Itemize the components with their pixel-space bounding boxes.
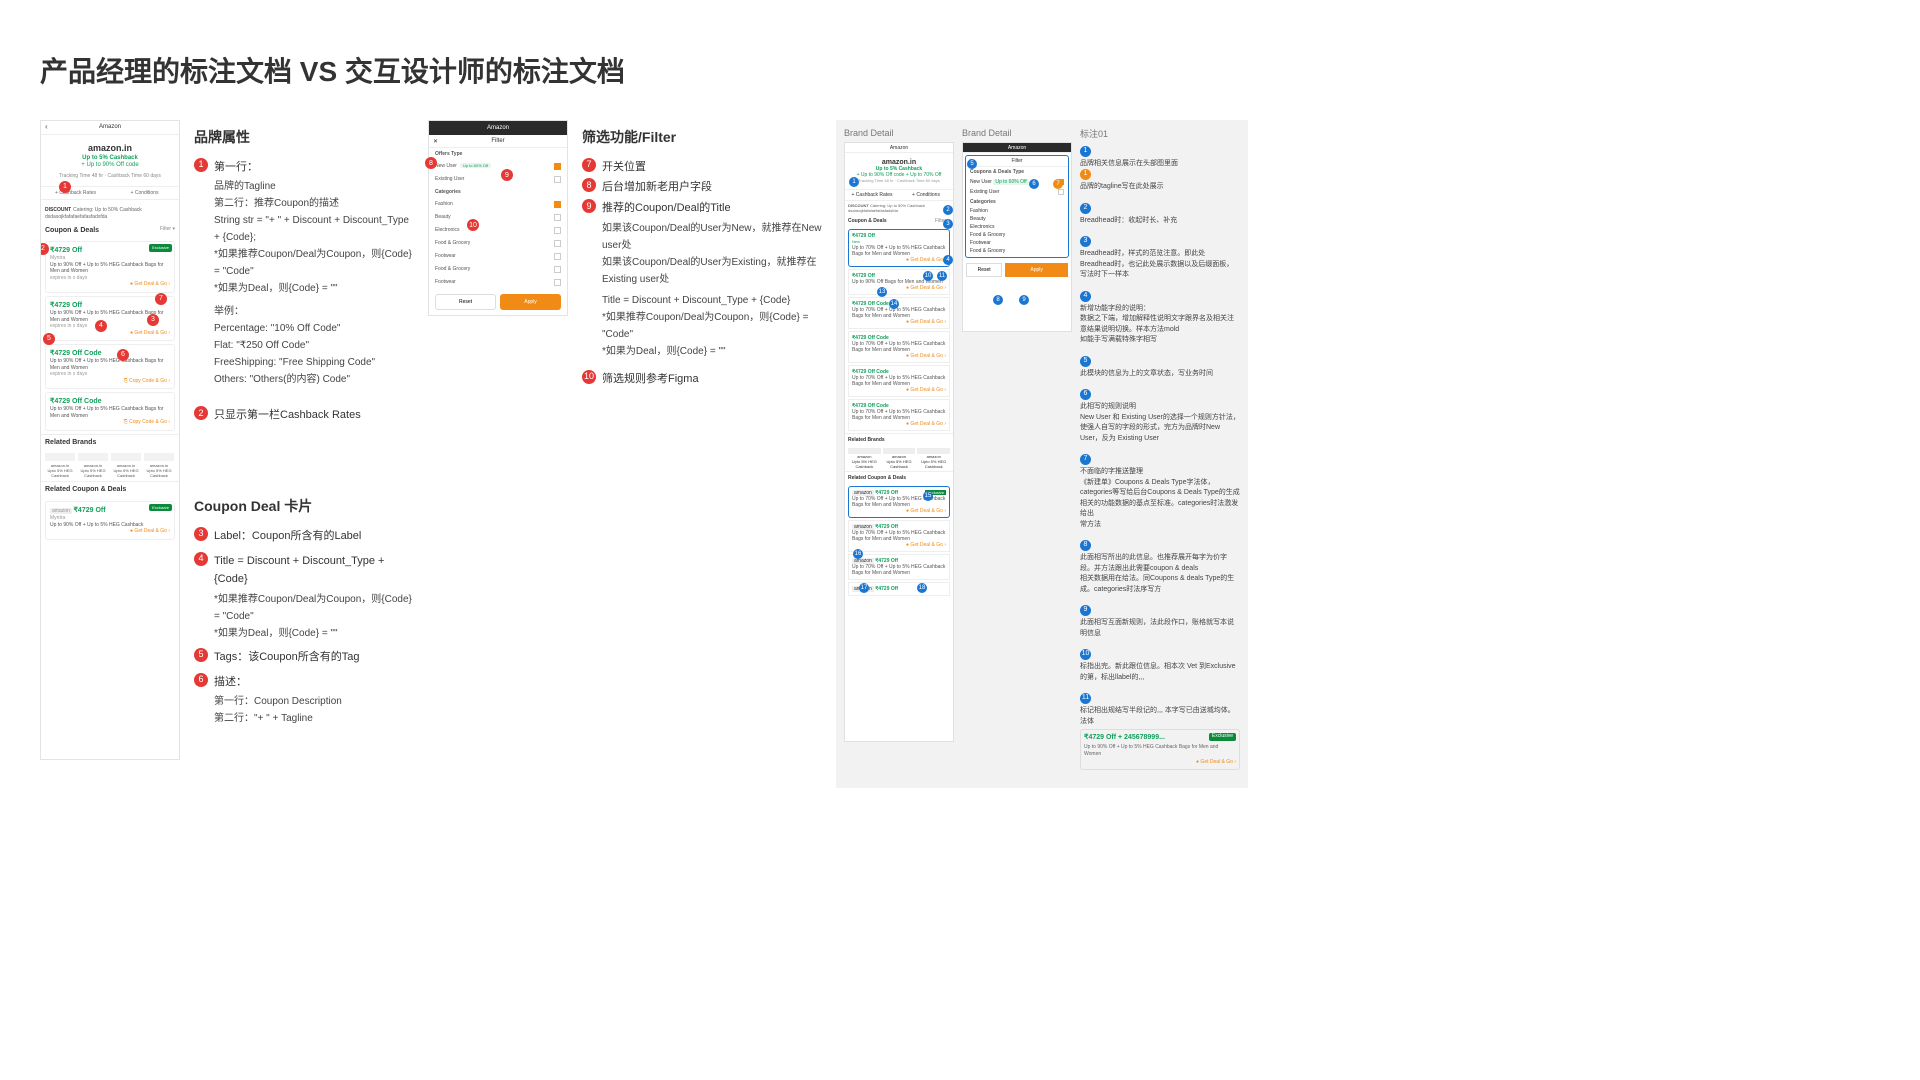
section-related-brands: Related Brands <box>41 434 179 450</box>
tab-cashback[interactable]: + Cashback Rates <box>41 187 110 200</box>
coupon-card[interactable]: ₹4729 Off Code Up to 90% Off + Up to 5% … <box>45 344 175 389</box>
mock-designer-filter: Amazon ✕Filter Coupons & Deals Type New … <box>962 142 1072 332</box>
tracking-info: Tracking Time 48 hr · Cashback Time 60 d… <box>45 173 175 180</box>
main-row: ‹ Amazon amazon.in Up to 5% Cashback + Up… <box>40 120 1880 788</box>
pin-4: 4 <box>95 320 107 332</box>
section-related-deals: Related Coupon & Deals <box>41 481 179 497</box>
apply-button[interactable]: Apply <box>500 294 561 310</box>
group-categories: Categories <box>429 186 567 198</box>
mock-filter: Amazon ✕Filter Offers Type New UserUp to… <box>428 120 568 316</box>
annotation-left: 品牌属性 1第一行： 品牌的Tagline 第二行：推荐Coupon的描述 St… <box>194 120 414 727</box>
card-desc: Up to 90% Off + Up to 5% HEG Cashback Ba… <box>50 262 170 275</box>
reset-button[interactable]: Reset <box>435 294 496 310</box>
group-offers: Offers Type <box>429 148 567 160</box>
filter-item[interactable]: Existing User <box>429 173 567 186</box>
coupon-card[interactable]: ₹4729 Off Code Up to 90% Off + Up to 5% … <box>45 392 175 431</box>
designer-panel: Brand Detail Amazon amazon.in Up to 5% C… <box>836 120 1248 788</box>
annotation-filter: 筛选功能/Filter 7开关位置 8后台增加新老用户字段 9推荐的Coupon… <box>582 120 822 391</box>
related-coupon-card[interactable]: Exclusive amazon ₹4729 Off Myntra Up to … <box>45 501 175 540</box>
tagline-1: Up to 5% Cashback <box>45 155 175 163</box>
mock-designer-detail: Amazon amazon.in Up to 5% Cashback + Up … <box>844 142 954 742</box>
filter-item[interactable]: New UserUp to 60% Off <box>429 160 567 173</box>
tagline-2: + Up to 90% Off code <box>45 162 175 170</box>
filter-title: Filter <box>491 138 504 144</box>
coupon-card[interactable]: Exclusive ₹4729 Off Myntra Up to 90% Off… <box>45 241 175 293</box>
nav-title: Amazon <box>99 124 121 132</box>
card-cta[interactable]: ● Get Deal & Go › <box>50 281 170 288</box>
discount-label: DISCOUNT <box>45 207 71 213</box>
mock-brand-detail-left: ‹ Amazon amazon.in Up to 5% Cashback + Up… <box>40 120 180 760</box>
page-title: 产品经理的标注文档 VS 交互设计师的标注文档 <box>40 50 1880 90</box>
filter-trigger[interactable]: Filter ▾ <box>160 226 175 235</box>
section-coupon: Coupon & Deals <box>45 226 99 235</box>
pin-3: 3 <box>147 314 159 326</box>
anno-h2: Coupon Deal 卡片 <box>194 495 414 519</box>
checkbox-icon[interactable] <box>554 163 561 170</box>
anno-filter-h: 筛选功能/Filter <box>582 126 822 150</box>
pin-1: 1 <box>59 181 71 193</box>
demo-card: Exclusive ₹4729 Off + 245678999... Up to… <box>1080 729 1240 770</box>
related-brands-row: amazon.inUpto 5% HEG Cashback amazon.inU… <box>41 450 179 482</box>
pin-5: 5 <box>43 333 55 345</box>
brand-logo: amazon.in <box>45 143 175 155</box>
pin-7: 7 <box>155 293 167 305</box>
tab-conditions[interactable]: + Conditions <box>110 187 179 200</box>
close-icon[interactable]: ✕ <box>433 138 438 145</box>
anno-h1: 品牌属性 <box>194 126 414 150</box>
caption: Brand Detail <box>844 128 954 138</box>
exclusive-badge: Exclusive <box>149 244 172 251</box>
designer-annotations: 标注01 1品牌相关信息展示在头部图里面1品牌的tagline写在此处展示 2B… <box>1080 128 1240 780</box>
pin-6: 6 <box>117 349 129 361</box>
back-icon[interactable]: ‹ <box>45 122 48 132</box>
